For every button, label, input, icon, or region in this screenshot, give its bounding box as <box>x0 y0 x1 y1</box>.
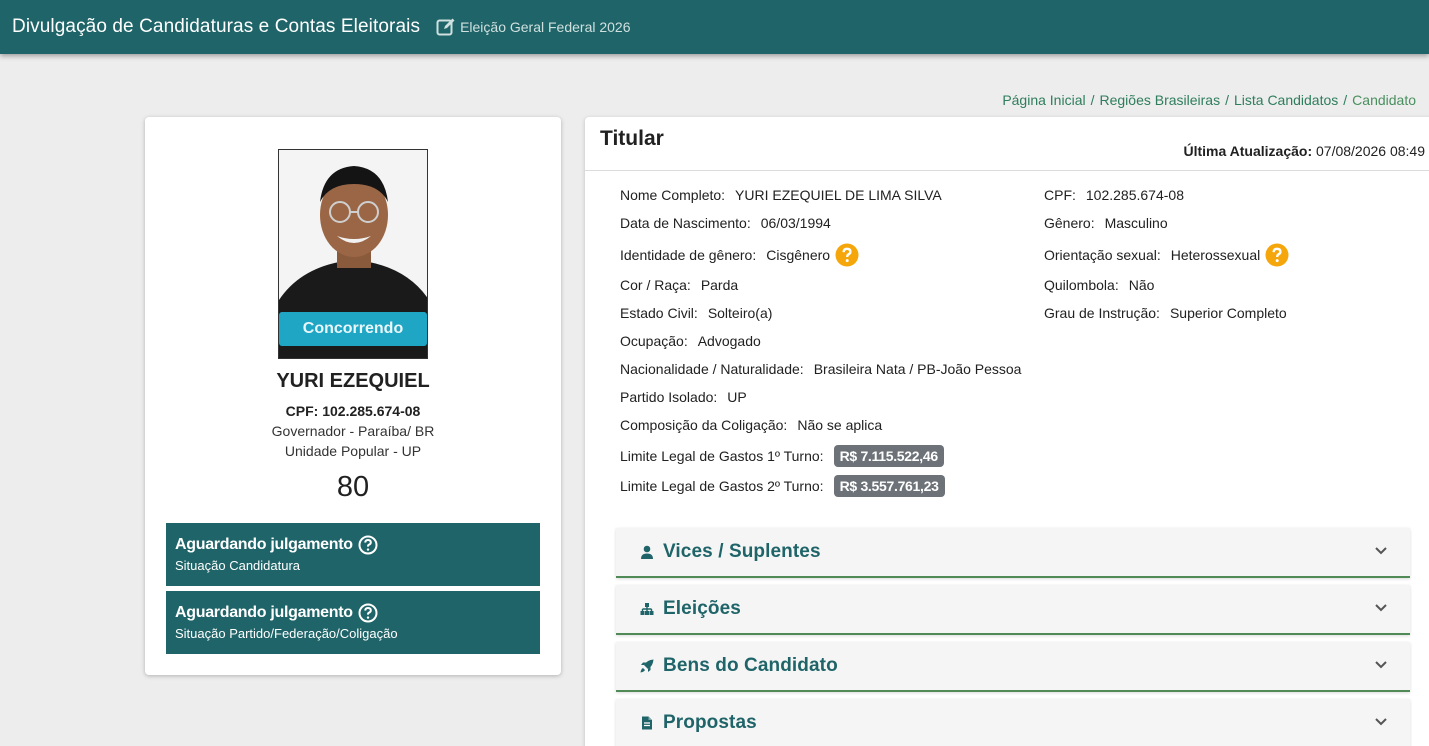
situation-candidacy-title: Aguardando julgamento <box>175 536 353 553</box>
field-gender: Gênero: Masculino <box>1044 215 1168 231</box>
accordion-elections[interactable]: Eleições <box>616 585 1410 635</box>
help-icon[interactable] <box>1265 243 1289 267</box>
breadcrumb-regions[interactable]: Regiões Brasileiras <box>1099 92 1220 108</box>
chevron-down-icon[interactable] <box>1374 603 1388 613</box>
situation-party: Aguardando julgamento Situação Partido/F… <box>166 591 540 654</box>
rocket-icon <box>640 659 654 673</box>
field-sexual-orientation: Orientação sexual: Heterossexual <box>1044 243 1289 267</box>
last-update: Última Atualização: 07/08/2026 08:49 <box>1183 143 1425 159</box>
candidate-cpf: CPF: 102.285.674-08 <box>285 403 421 419</box>
question-circle-icon[interactable] <box>358 603 378 623</box>
last-update-value: 07/08/2026 08:49 <box>1316 143 1425 159</box>
accordion-vices[interactable]: Vices / Suplentes <box>616 528 1410 578</box>
last-update-label: Última Atualização: <box>1183 143 1313 159</box>
situation-candidacy-subtitle: Situação Candidatura <box>175 558 301 573</box>
edit-icon[interactable] <box>436 17 456 37</box>
candidate-number: 80 <box>336 471 370 503</box>
accordion-vices-label: Vices / Suplentes <box>663 541 821 562</box>
field-cpf: CPF: 102.285.674-08 <box>1044 187 1184 203</box>
chevron-down-icon[interactable] <box>1374 717 1388 727</box>
field-race: Cor / Raça: Parda <box>620 277 739 293</box>
field-education: Grau de Instrução: Superior Completo <box>1044 305 1287 321</box>
breadcrumb: Página Inicial / Regiões Brasileiras / Lista… <box>1002 92 1416 108</box>
accordion-proposals[interactable]: Propostas <box>616 699 1410 746</box>
money-badge: R$ 3.557.761,23 <box>833 475 945 497</box>
document-icon <box>640 716 654 730</box>
top-bar: Divulgação de Candidaturas e Contas Elei… <box>0 0 1429 54</box>
candidate-name: YURI EZEQUIEL <box>276 370 430 392</box>
breadcrumb-candidates-list[interactable]: Lista Candidatos <box>1234 92 1338 108</box>
details-header: Titular Última Atualização: 07/08/2026 0… <box>585 117 1429 171</box>
question-circle-icon[interactable] <box>358 535 378 555</box>
app-title[interactable]: Divulgação de Candidaturas e Contas Elei… <box>12 16 420 38</box>
field-nationality: Nacionalidade / Naturalidade: Brasileira … <box>620 361 1022 377</box>
field-spending-limit-1: Limite Legal de Gastos 1º Turno: R$ 7.115… <box>620 445 944 467</box>
details-card: Titular Última Atualização: 07/08/2026 0… <box>585 117 1429 746</box>
breadcrumb-home[interactable]: Página Inicial <box>1002 92 1085 108</box>
breadcrumb-current: Candidato <box>1352 92 1416 108</box>
accordion-proposals-label: Propostas <box>663 712 757 733</box>
help-icon[interactable] <box>835 243 859 267</box>
person-icon <box>640 545 654 559</box>
money-badge: R$ 7.115.522,46 <box>833 445 944 467</box>
status-badge: Concorrendo <box>279 312 427 346</box>
field-quilombola: Quilombola: Não <box>1044 277 1155 293</box>
field-gender-identity: Identidade de gênero: Cisgênero <box>620 243 859 267</box>
field-occupation: Ocupação: Advogado <box>620 333 761 349</box>
field-full-name: Nome Completo: YURI EZEQUIEL DE LIMA SILV… <box>620 187 942 203</box>
details-title: Titular <box>600 127 664 150</box>
field-marital-status: Estado Civil: Solteiro(a) <box>620 305 773 321</box>
sitemap-icon <box>640 602 654 616</box>
accordion-elections-label: Eleições <box>663 598 741 619</box>
field-spending-limit-2: Limite Legal de Gastos 2º Turno: R$ 3.557… <box>620 475 945 497</box>
election-label[interactable]: Eleição Geral Federal 2026 <box>460 19 630 35</box>
candidate-office: Governador - Paraíba/ BR <box>271 423 435 439</box>
candidate-card: Concorrendo YURI EZEQUIEL CPF: 102.285.6… <box>145 117 561 675</box>
situation-candidacy: Aguardando julgamento Situação Candidatu… <box>166 523 540 586</box>
candidate-photo: Concorrendo <box>278 149 428 359</box>
chevron-down-icon[interactable] <box>1374 546 1388 556</box>
field-party: Partido Isolado: UP <box>620 389 747 405</box>
situation-party-subtitle: Situação Partido/Federação/Coligação <box>175 626 398 641</box>
accordion-assets-label: Bens do Candidato <box>663 655 838 676</box>
candidate-party: Unidade Popular - UP <box>284 443 422 459</box>
field-birth-date: Data de Nascimento: 06/03/1994 <box>620 215 831 231</box>
situation-party-title: Aguardando julgamento <box>175 604 353 621</box>
chevron-down-icon[interactable] <box>1374 660 1388 670</box>
field-coalition: Composição da Coligação: Não se aplica <box>620 417 883 433</box>
accordion-assets[interactable]: Bens do Candidato <box>616 642 1410 692</box>
